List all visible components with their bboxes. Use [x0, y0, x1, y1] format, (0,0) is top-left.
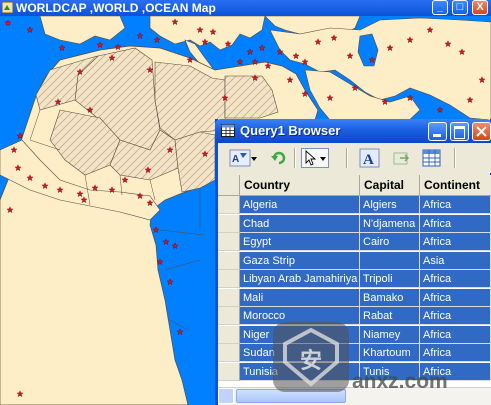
cell-continent[interactable]: Africa: [420, 214, 491, 233]
cell-continent[interactable]: Africa: [420, 233, 491, 251]
cell-continent[interactable]: Africa: [420, 196, 491, 214]
row-selector[interactable]: [218, 270, 240, 288]
map-titlebar[interactable]: WORLDCAP ,WORLD ,OCEAN Map _ □ X: [0, 0, 491, 16]
row-selector[interactable]: [218, 214, 240, 233]
sort-filter-button[interactable]: A: [228, 147, 260, 169]
query-browser-title: Query1 Browser: [240, 123, 341, 138]
cell-country[interactable]: Libyan Arab Jamahiriya: [240, 270, 360, 288]
query-results-grid[interactable]: Country Capital Continent Algeria Algiers…: [218, 175, 491, 387]
svg-text:安: 安: [300, 348, 322, 374]
table-row[interactable]: Morocco Rabat Africa: [218, 307, 491, 325]
select-arrow-icon: [301, 148, 329, 168]
select-tool-button[interactable]: [300, 147, 330, 169]
refresh-icon: [271, 151, 286, 165]
query-browser-window: Query1 Browser A A Country Capital Conti…: [215, 119, 491, 405]
table-row[interactable]: Gaza Strip Asia: [218, 251, 491, 270]
map-maximize-button[interactable]: □: [452, 0, 468, 15]
cell-continent[interactable]: Africa: [420, 325, 491, 344]
row-selector[interactable]: [218, 196, 240, 214]
cell-continent[interactable]: Africa: [420, 288, 491, 307]
minimize-button[interactable]: [428, 122, 447, 141]
cell-country[interactable]: Gaza Strip: [240, 251, 360, 270]
column-header-country[interactable]: Country: [240, 175, 360, 195]
cell-continent[interactable]: Africa: [420, 270, 491, 288]
export-button[interactable]: [390, 147, 412, 169]
table-row[interactable]: Sudan Khartoum Africa: [218, 344, 491, 362]
query-browser-titlebar[interactable]: Query1 Browser: [215, 119, 491, 143]
grid-header: Country Capital Continent: [218, 175, 491, 196]
cell-country[interactable]: Chad: [240, 214, 360, 233]
cell-continent[interactable]: Asia: [420, 251, 491, 270]
scroll-left-button[interactable]: [218, 388, 234, 404]
svg-text:A: A: [232, 154, 239, 165]
minimize-icon: [433, 134, 441, 137]
cell-capital[interactable]: Rabat: [360, 307, 420, 325]
table-row[interactable]: Niger Niamey Africa: [218, 325, 491, 344]
toolbar-separator: [294, 148, 296, 168]
cell-capital[interactable]: Cairo: [360, 233, 420, 251]
grid-view-icon: [422, 149, 441, 167]
text-style-button[interactable]: A: [358, 147, 382, 169]
map-close-button[interactable]: X: [472, 0, 488, 15]
text-style-icon: A: [359, 148, 380, 168]
row-selector[interactable]: [218, 251, 240, 270]
watermark-text: anxz.com: [352, 370, 448, 393]
table-row[interactable]: Algeria Algiers Africa: [218, 196, 491, 214]
cell-capital[interactable]: Niamey: [360, 325, 420, 344]
maximize-icon: [454, 126, 465, 139]
watermark-logo: 安: [273, 322, 349, 392]
refresh-button[interactable]: [268, 147, 290, 169]
table-row[interactable]: Libyan Arab Jamahiriya Tripoli Africa: [218, 270, 491, 288]
table-row[interactable]: Mali Bamako Africa: [218, 288, 491, 307]
close-icon: [476, 126, 487, 137]
table-icon: [221, 124, 235, 137]
cell-capital[interactable]: [360, 251, 420, 270]
cell-country[interactable]: Algeria: [240, 196, 360, 214]
cell-capital[interactable]: Tripoli: [360, 270, 420, 288]
export-icon: [393, 152, 410, 165]
cell-capital[interactable]: Khartoum: [360, 344, 420, 362]
row-selector[interactable]: [218, 288, 240, 307]
row-selector-header[interactable]: [218, 175, 240, 195]
grid-view-button[interactable]: [420, 147, 444, 169]
filter-sort-icon: A: [229, 149, 257, 167]
highlight-chad: [174, 131, 216, 193]
query-toolbar: A A: [218, 143, 491, 173]
row-selector[interactable]: [218, 307, 240, 325]
cell-continent[interactable]: Africa: [420, 307, 491, 325]
row-selector[interactable]: [218, 344, 240, 362]
cell-country[interactable]: Mali: [240, 288, 360, 307]
table-row[interactable]: Chad N'djamena Africa: [218, 214, 491, 233]
cell-capital[interactable]: N'djamena: [360, 214, 420, 233]
column-header-capital[interactable]: Capital: [360, 175, 420, 195]
map-app-icon: [2, 2, 13, 13]
row-selector[interactable]: [218, 325, 240, 344]
maximize-button[interactable]: [450, 122, 469, 141]
cell-continent[interactable]: Africa: [420, 344, 491, 362]
svg-text:A: A: [363, 152, 374, 168]
row-selector[interactable]: [218, 233, 240, 251]
cell-capital[interactable]: Bamako: [360, 288, 420, 307]
toolbar-separator: [346, 148, 348, 168]
close-button[interactable]: [472, 122, 491, 141]
cell-country[interactable]: Egypt: [240, 233, 360, 251]
column-header-continent[interactable]: Continent: [420, 175, 491, 195]
cell-capital[interactable]: Algiers: [360, 196, 420, 214]
map-minimize-button[interactable]: _: [432, 0, 448, 15]
row-selector[interactable]: [218, 362, 240, 381]
map-window-title: WORLDCAP ,WORLD ,OCEAN Map: [16, 1, 216, 15]
table-row[interactable]: Egypt Cairo Africa: [218, 233, 491, 251]
toolbar-separator: [454, 148, 456, 168]
